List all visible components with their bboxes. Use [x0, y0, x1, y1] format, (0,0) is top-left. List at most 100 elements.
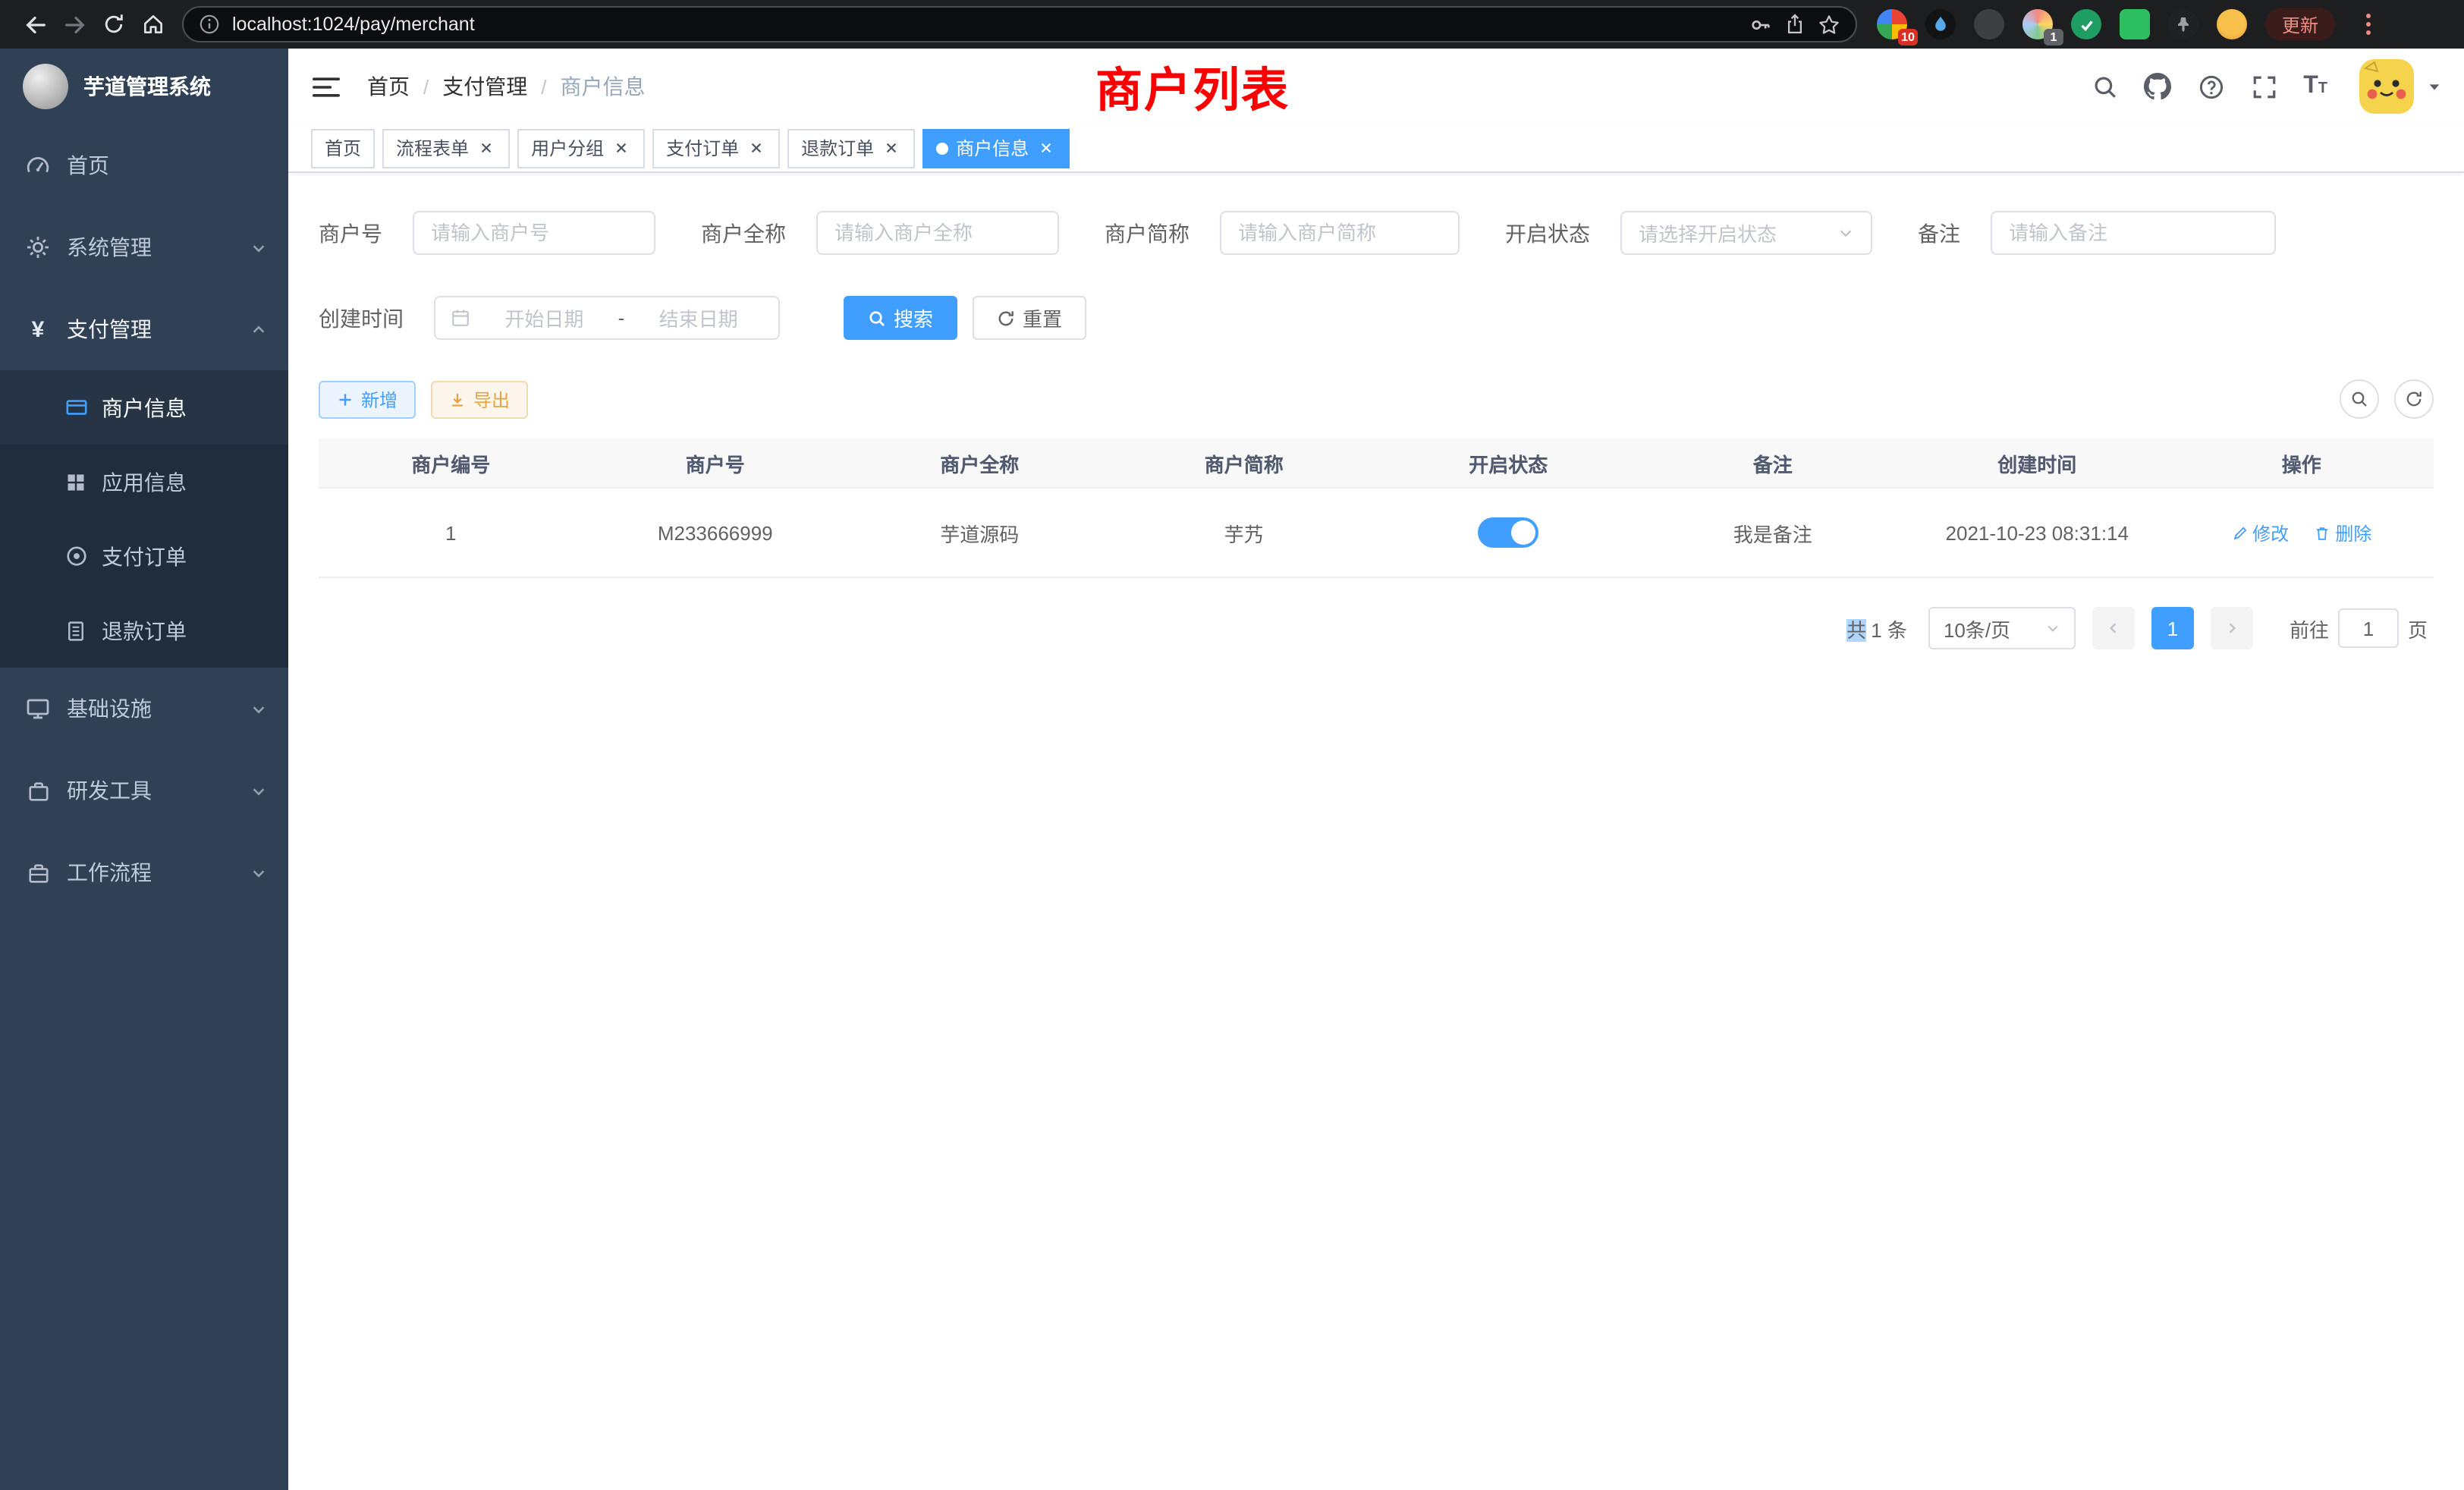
extension-icon-ring[interactable]: 1: [2022, 9, 2053, 39]
sidebar-subitem-pay-order[interactable]: 支付订单: [0, 519, 288, 593]
tab-refund-order[interactable]: 退款订单: [787, 128, 915, 168]
tab-home[interactable]: 首页: [311, 128, 375, 168]
sidebar-subitem-merchant-info[interactable]: 商户信息: [0, 370, 288, 445]
filter-label: 商户全称: [701, 218, 786, 248]
reset-button[interactable]: 重置: [973, 296, 1086, 340]
sidebar-subitem-refund-order[interactable]: 退款订单: [0, 593, 288, 668]
yen-icon: ¥: [24, 316, 52, 343]
browser-back-button[interactable]: [15, 5, 55, 44]
show-search-toggle-button[interactable]: [2340, 379, 2379, 419]
font-size-icon[interactable]: TT: [2303, 74, 2327, 99]
date-start-input[interactable]: 开始日期: [479, 303, 609, 332]
browser-menu-icon[interactable]: [2349, 5, 2388, 44]
close-icon[interactable]: [476, 138, 496, 158]
sidebar-subitem-app-info[interactable]: 应用信息: [0, 445, 288, 519]
cell-status: [1376, 517, 1641, 548]
short-name-input[interactable]: [1238, 222, 1441, 244]
merchant-table: 商户编号 商户号 商户全称 商户简称 开启状态 备注 创建时间 操作 1 M23…: [319, 439, 2434, 578]
filter-full-name: 商户全称: [701, 211, 1059, 255]
edit-link-label: 修改: [2252, 520, 2289, 545]
chevron-down-icon: [249, 238, 267, 256]
goto-page-input[interactable]: [2338, 608, 2399, 648]
next-page-button[interactable]: [2211, 607, 2253, 649]
breadcrumb-home[interactable]: 首页: [367, 71, 410, 102]
tab-merchant-info[interactable]: 商户信息: [922, 128, 1070, 168]
delete-link[interactable]: 删除: [2314, 520, 2371, 545]
extension-icon-colorful[interactable]: 10: [1877, 9, 1907, 39]
extension-icon-monkey[interactable]: [2217, 9, 2247, 39]
date-range-picker[interactable]: 开始日期 - 结束日期: [434, 296, 780, 340]
breadcrumb-separator: /: [541, 75, 546, 98]
remark-input[interactable]: [2009, 222, 2258, 244]
status-select[interactable]: 请选择开启状态: [1620, 211, 1872, 255]
sidebar-item-workflow[interactable]: 工作流程: [0, 831, 288, 913]
page-info-icon[interactable]: [199, 14, 220, 35]
filter-label: 创建时间: [319, 303, 404, 333]
page-size-value: 10条/页: [1944, 614, 2010, 643]
refresh-table-button[interactable]: [2394, 379, 2434, 419]
url-text: localhost:1024/pay/merchant: [232, 14, 1737, 35]
sidebar-item-label: 基础设施: [67, 693, 249, 724]
app-logo: [23, 64, 68, 109]
sidebar-item-label: 支付订单: [102, 541, 267, 571]
prev-page-button[interactable]: [2092, 607, 2135, 649]
close-icon[interactable]: [611, 138, 631, 158]
add-button[interactable]: 新增: [319, 380, 416, 418]
remark-input-wrap: [1991, 211, 2276, 255]
chevron-down-icon: [2045, 621, 2060, 636]
tab-pay-order[interactable]: 支付订单: [652, 128, 780, 168]
close-icon[interactable]: [882, 138, 901, 158]
sidebar-item-home[interactable]: 首页: [0, 124, 288, 206]
browser-reload-button[interactable]: [94, 5, 134, 44]
breadcrumb-pay[interactable]: 支付管理: [442, 71, 527, 102]
extension-badge: 10: [1898, 29, 1918, 46]
chevron-down-icon: [1837, 225, 1854, 241]
extension-icon-dark[interactable]: [1974, 9, 2004, 39]
question-icon[interactable]: [2197, 73, 2224, 100]
search-button[interactable]: 搜索: [844, 296, 957, 340]
merchant-no-input[interactable]: [431, 222, 637, 244]
tab-user-group[interactable]: 用户分组: [517, 128, 645, 168]
toolbox-icon: [24, 777, 52, 804]
sidebar-item-infrastructure[interactable]: 基础设施: [0, 668, 288, 750]
page-number-button[interactable]: 1: [2151, 607, 2194, 649]
browser-forward-button[interactable]: [55, 5, 94, 44]
search-icon[interactable]: [2091, 73, 2118, 100]
browser-address-bar[interactable]: localhost:1024/pay/merchant: [182, 6, 1857, 42]
browser-update-button[interactable]: 更新: [2265, 8, 2335, 41]
close-icon[interactable]: [746, 138, 766, 158]
browser-home-button[interactable]: [134, 5, 173, 44]
avatar[interactable]: [2359, 59, 2414, 114]
top-navbar: 首页 / 支付管理 / 商户信息 TT: [288, 49, 2464, 124]
table-header: 开启状态: [1376, 448, 1641, 477]
github-icon[interactable]: [2144, 73, 2171, 100]
sidebar-item-system[interactable]: 系统管理: [0, 206, 288, 288]
monitor-icon: [24, 695, 52, 722]
sidebar-item-label: 系统管理: [67, 232, 249, 262]
sidebar-item-pay[interactable]: ¥ 支付管理: [0, 288, 288, 370]
date-end-input[interactable]: 结束日期: [633, 303, 763, 332]
extension-icon-green-square[interactable]: [2120, 9, 2150, 39]
caret-down-icon[interactable]: [2428, 80, 2441, 93]
bookmark-star-icon[interactable]: [1818, 13, 1840, 36]
search-button-label: 搜索: [894, 303, 933, 332]
edit-link[interactable]: 修改: [2231, 520, 2289, 545]
export-button[interactable]: 导出: [431, 380, 528, 418]
hamburger-icon[interactable]: [311, 71, 341, 102]
full-name-input[interactable]: [834, 222, 1041, 244]
status-toggle-switch[interactable]: [1478, 517, 1538, 548]
page-size-select[interactable]: 10条/页: [1928, 607, 2076, 649]
password-key-icon[interactable]: [1749, 13, 1772, 36]
close-icon[interactable]: [1036, 138, 1056, 158]
table-row: 1 M233666999 芋道源码 芋艿 我是备注 2021-10-23 08:…: [319, 489, 2434, 578]
tabs-bar: 首页 流程表单 用户分组 支付订单 退款订单 商户信息: [288, 124, 2464, 173]
fullscreen-icon[interactable]: [2250, 73, 2277, 100]
table-header: 商户简称: [1112, 448, 1377, 477]
tab-process-form[interactable]: 流程表单: [382, 128, 510, 168]
cell-actions: 修改 删除: [2170, 520, 2434, 545]
sidebar-item-devtools[interactable]: 研发工具: [0, 750, 288, 831]
extension-pin-icon[interactable]: [2168, 9, 2198, 39]
share-icon[interactable]: [1784, 14, 1806, 35]
extension-icon-check[interactable]: [2071, 9, 2101, 39]
extension-icon-drop[interactable]: [1925, 9, 1956, 39]
